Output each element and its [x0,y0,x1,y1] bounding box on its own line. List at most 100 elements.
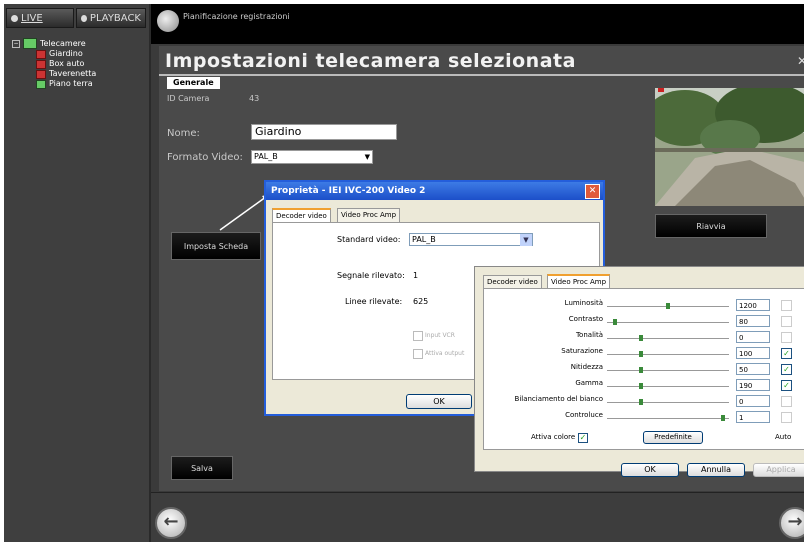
tree-item-taverenetta[interactable]: Taverenetta [36,69,96,79]
title-divider [159,74,804,76]
forward-arrow-icon[interactable]: → [779,507,804,539]
restart-button[interactable]: Riavvia [655,214,767,238]
ok-button[interactable]: OK [621,463,679,477]
tab-decoder-video[interactable]: Decoder video [483,275,542,289]
tree-item-box-auto[interactable]: Box auto [36,59,96,69]
slider-row: Saturazione 100 ✓ [475,347,804,361]
output-checkbox[interactable] [413,349,423,359]
slider-track[interactable] [607,370,729,371]
tree-root[interactable]: − Telecamere [12,38,96,49]
left-panel: LIVE PLAYBACK − Telecamere Giardino Box … [4,4,151,542]
color-enable-checkbox[interactable]: ✓ [578,433,588,443]
slider-value-input[interactable]: 50 [736,363,770,375]
output-label: Attiva output [425,350,465,357]
format-value: PAL_B [254,152,278,161]
slider-value-input[interactable]: 0 [736,331,770,343]
format-label: Formato Video: [167,152,243,163]
standard-select[interactable]: PAL_B ▼ [409,233,533,246]
playback-button[interactable]: PLAYBACK [76,8,146,28]
slider-value-input[interactable]: 80 [736,315,770,327]
slider-track[interactable] [607,418,729,419]
format-select[interactable]: PAL_B ▼ [251,150,373,164]
chevron-down-icon: ▼ [364,153,370,161]
slider-value-input[interactable]: 0 [736,395,770,407]
live-label: LIVE [21,12,43,24]
standard-value: PAL_B [412,235,436,244]
planner-label[interactable]: Pianificazione registrazioni [183,12,290,21]
slider-row: Tonalità 0 [475,331,804,345]
slider-thumb[interactable] [639,351,643,357]
tree-item-label: Giardino [49,49,83,58]
ok-button[interactable]: OK [406,394,472,409]
playback-label: PLAYBACK [89,12,141,24]
vcr-label: Input VCR [425,332,455,339]
tree-item-giardino[interactable]: Giardino [36,49,96,59]
tab-video-proc-amp[interactable]: Video Proc Amp [337,208,401,222]
auto-checkbox[interactable]: ✓ [781,348,792,359]
auto-checkbox[interactable] [781,332,792,343]
slider-value-input[interactable]: 100 [736,347,770,359]
close-icon[interactable]: ✕ [797,54,804,68]
auto-checkbox[interactable]: ✓ [781,364,792,375]
slider-row: Bilanciamento del bianco 0 [475,395,804,409]
slider-row: Contrasto 80 [475,315,804,329]
mode-buttons: LIVE PLAYBACK [6,8,146,30]
slider-track[interactable] [607,354,729,355]
tree-item-piano-terra[interactable]: Piano terra [36,79,96,89]
slider-track[interactable] [607,386,729,387]
name-input[interactable]: Giardino [251,124,397,140]
set-card-button[interactable]: Imposta Scheda [171,232,261,260]
collapse-icon[interactable]: − [12,39,20,48]
slider-row: Controluce 1 [475,411,804,425]
defaults-button[interactable]: Predefinite [643,431,703,444]
lines-value: 625 [413,297,429,306]
camera-icon [36,69,46,79]
live-button[interactable]: LIVE [6,8,74,28]
slider-row: Gamma 190 ✓ [475,379,804,393]
slider-thumb[interactable] [639,367,643,373]
planner-icon[interactable] [157,10,179,32]
chevron-down-icon: ▼ [520,234,532,246]
camera-icon [36,79,46,89]
slider-track[interactable] [607,338,729,339]
slider-thumb[interactable] [639,383,643,389]
color-enable-label: Attiva colore [531,433,576,441]
auto-checkbox[interactable] [781,316,792,327]
apply-button[interactable]: Applica [753,463,804,477]
auto-checkbox[interactable] [781,412,792,423]
tree-item-label: Box auto [49,59,85,68]
slider-thumb[interactable] [613,319,617,325]
camera-tree: − Telecamere Giardino Box auto Taverenet… [12,38,96,89]
slider-track[interactable] [607,322,729,323]
auto-label: Auto [775,433,792,441]
standard-label: Standard video: [337,235,401,244]
slider-thumb[interactable] [639,335,643,341]
slider-value-input[interactable]: 1 [736,411,770,423]
slider-thumb[interactable] [639,399,643,405]
auto-checkbox[interactable]: ✓ [781,380,792,391]
tab-video-proc-amp[interactable]: Video Proc Amp [547,274,611,289]
folder-icon [23,38,37,49]
planner-bar: Pianificazione registrazioni [151,4,804,44]
slider-thumb[interactable] [721,415,725,421]
slider-label: Tonalità [575,331,603,339]
auto-checkbox[interactable] [781,300,792,311]
camera-icon [36,49,46,59]
preview-image [655,88,804,206]
slider-value-input[interactable]: 1200 [736,299,770,311]
tab-decoder-video[interactable]: Decoder video [272,208,331,223]
slider-thumb[interactable] [666,303,670,309]
back-arrow-icon[interactable]: ← [155,507,187,539]
slider-track[interactable] [607,402,729,403]
dialog-titlebar: Proprietà - IEI IVC-200 Video 2 ✕ [266,182,603,200]
slider-value-input[interactable]: 190 [736,379,770,391]
tab-generale[interactable]: Generale [167,77,220,89]
close-icon[interactable]: ✕ [585,184,600,199]
slider-label: Contrasto [568,315,603,323]
slider-label: Saturazione [561,347,603,355]
auto-checkbox[interactable] [781,396,792,407]
save-button[interactable]: Salva [171,456,233,480]
slider-label: Bilanciamento del bianco [514,395,603,403]
vcr-checkbox[interactable] [413,331,423,341]
cancel-button[interactable]: Annulla [687,463,745,477]
